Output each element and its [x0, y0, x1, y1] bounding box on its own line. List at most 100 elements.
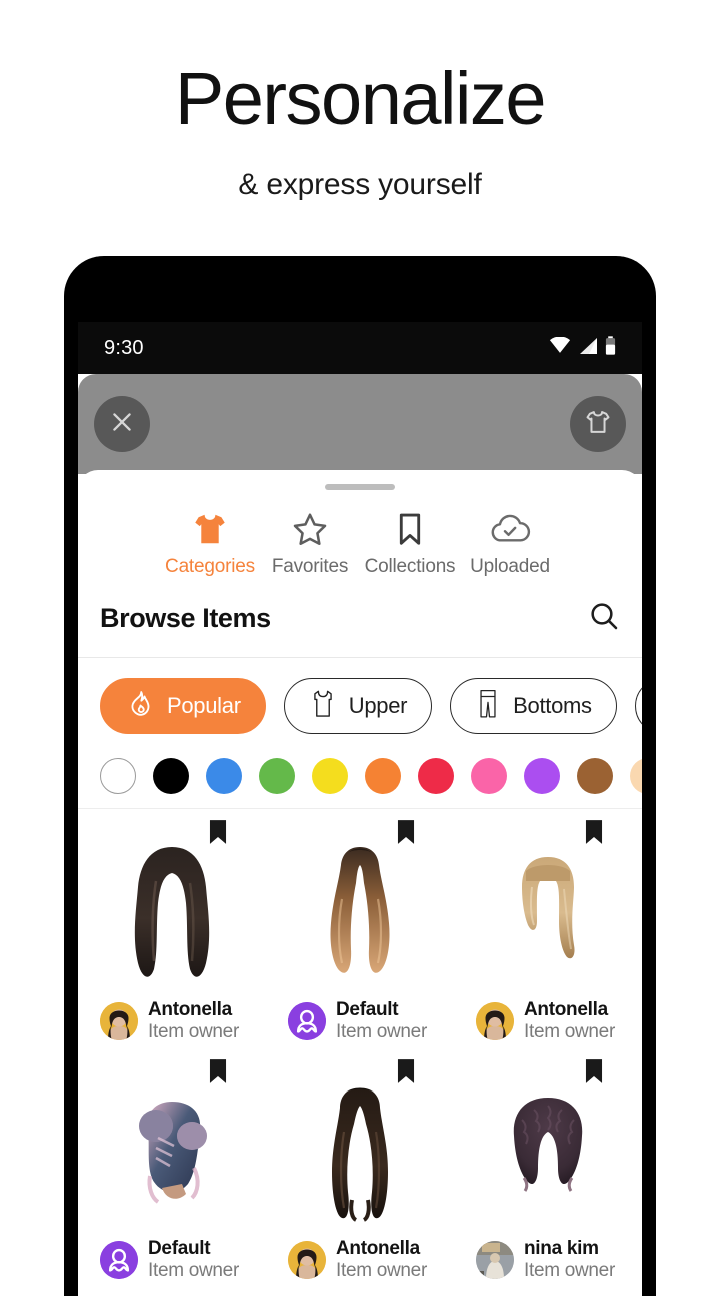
item-card[interactable]: Default Item owner	[78, 1048, 266, 1287]
item-card[interactable]	[454, 1287, 642, 1292]
swatch-pink[interactable]	[471, 758, 507, 794]
item-thumbnail	[276, 1080, 444, 1230]
category-chips[interactable]: Popular Upper Bottoms	[78, 658, 642, 750]
bookmark-icon[interactable]	[394, 1058, 418, 1089]
browse-title: Browse Items	[100, 603, 271, 633]
close-icon	[109, 409, 135, 440]
item-card[interactable]: Antonella Item owner	[454, 809, 642, 1048]
item-owner[interactable]: nina kim Item owner	[464, 1230, 632, 1283]
tanktop-icon	[309, 689, 337, 724]
page-subtitle: & express yourself	[238, 168, 482, 201]
avatar	[100, 1241, 138, 1280]
item-card[interactable]: nina kim Item owner	[454, 1048, 642, 1287]
swatch-brown[interactable]	[577, 758, 613, 794]
item-owner[interactable]: Default Item owner	[88, 1230, 256, 1283]
swatch-red[interactable]	[418, 758, 454, 794]
item-owner[interactable]: Antonella Item owner	[464, 991, 632, 1044]
owner-name: Antonella	[524, 999, 608, 1020]
item-thumbnail	[88, 841, 256, 991]
swatch-orange[interactable]	[365, 758, 401, 794]
wardrobe-button[interactable]	[570, 396, 626, 452]
item-thumbnail	[88, 1080, 256, 1230]
tab-label: Favorites	[271, 556, 349, 577]
swatch-peach[interactable]	[630, 758, 642, 794]
status-bar: 9:30	[78, 322, 642, 374]
tshirt-icon	[190, 506, 230, 548]
owner-role: Item owner	[336, 1021, 427, 1043]
owner-role: Item owner	[148, 1260, 239, 1282]
avatar	[288, 1002, 326, 1041]
phone-mockup: 9:30 Categories Favorites Collections Up…	[64, 256, 656, 1296]
tab-categories[interactable]: Categories	[160, 506, 260, 578]
item-owner[interactable]: Default Item owner	[276, 991, 444, 1044]
tshirt-icon	[584, 408, 612, 441]
item-owner[interactable]: Antonella Item owner	[276, 1230, 444, 1283]
status-icons	[549, 336, 616, 360]
chip-popular[interactable]: Popular	[100, 678, 266, 734]
owner-name: Default	[148, 1237, 211, 1259]
owner-text: nina kim Item owner	[524, 1238, 615, 1283]
item-card[interactable]: Antonella Item owner	[78, 809, 266, 1048]
swatch-yellow[interactable]	[312, 758, 348, 794]
star-icon	[290, 506, 330, 548]
owner-name: Antonella	[336, 1237, 420, 1259]
bookmark-icon[interactable]	[206, 1058, 230, 1089]
owner-name: nina kim	[524, 1237, 599, 1259]
tab-label: Collections	[364, 556, 456, 577]
tab-favorites[interactable]: Favorites	[260, 506, 360, 578]
chip-label: Upper	[348, 693, 408, 718]
owner-name: Default	[336, 999, 399, 1020]
owner-role: Item owner	[336, 1260, 427, 1282]
item-card[interactable]: Antonella Item owner	[266, 1048, 454, 1287]
flame-icon	[125, 689, 155, 724]
bookmark-icon	[390, 506, 430, 548]
browse-header: Browse Items	[78, 578, 642, 658]
search-icon[interactable]	[588, 600, 620, 637]
swatch-purple[interactable]	[524, 758, 560, 794]
avatar	[476, 1002, 514, 1041]
chip-bottoms[interactable]: Bottoms	[450, 678, 617, 734]
bookmark-icon[interactable]	[394, 819, 418, 850]
promo-header: Personalize & express yourself	[0, 0, 720, 202]
item-thumbnail	[464, 1080, 632, 1230]
bookmark-icon[interactable]	[206, 819, 230, 850]
owner-text: Antonella Item owner	[148, 999, 239, 1044]
swatch-blue[interactable]	[206, 758, 242, 794]
owner-text: Default Item owner	[336, 999, 427, 1044]
swatch-white[interactable]	[100, 758, 136, 794]
tab-collections[interactable]: Collections	[360, 506, 460, 578]
chip-overflow[interactable]: B	[634, 678, 642, 734]
owner-role: Item owner	[524, 1021, 615, 1043]
cellular-signal-icon	[578, 337, 598, 360]
bookmark-icon[interactable]	[582, 1058, 606, 1089]
status-time: 9:30	[104, 336, 144, 359]
phone-screen: 9:30 Categories Favorites Collections Up…	[78, 256, 642, 1296]
chip-upper[interactable]: Upper	[283, 678, 433, 734]
tab-label: Categories	[165, 556, 255, 577]
page-title: Personalize	[174, 57, 547, 140]
item-grid: Antonella Item owner Default Item owner …	[78, 809, 642, 1292]
item-thumbnail	[464, 841, 632, 991]
battery-icon	[605, 336, 616, 360]
avatar	[476, 1241, 514, 1280]
tab-uploaded[interactable]: Uploaded	[460, 506, 560, 578]
wifi-icon	[549, 336, 571, 359]
sheet-tabs: Categories Favorites Collections Uploade…	[78, 490, 642, 578]
bottom-sheet: Categories Favorites Collections Uploade…	[78, 470, 642, 1292]
item-card[interactable]: Default Item owner	[266, 809, 454, 1048]
swatch-black[interactable]	[153, 758, 189, 794]
tab-label: Uploaded	[470, 556, 550, 577]
owner-role: Item owner	[148, 1021, 239, 1043]
bookmark-icon[interactable]	[582, 819, 606, 850]
color-swatches[interactable]	[78, 750, 642, 809]
avatar	[100, 1002, 138, 1041]
item-owner[interactable]: Antonella Item owner	[88, 991, 256, 1044]
cloud-check-icon	[489, 506, 531, 548]
close-button[interactable]	[94, 396, 150, 452]
item-card[interactable]	[78, 1287, 266, 1292]
chip-label: Popular	[167, 693, 241, 718]
item-card[interactable]	[266, 1287, 454, 1292]
owner-text: Default Item owner	[148, 1238, 239, 1283]
swatch-green[interactable]	[259, 758, 295, 794]
chip-label: Bottoms	[513, 693, 592, 718]
